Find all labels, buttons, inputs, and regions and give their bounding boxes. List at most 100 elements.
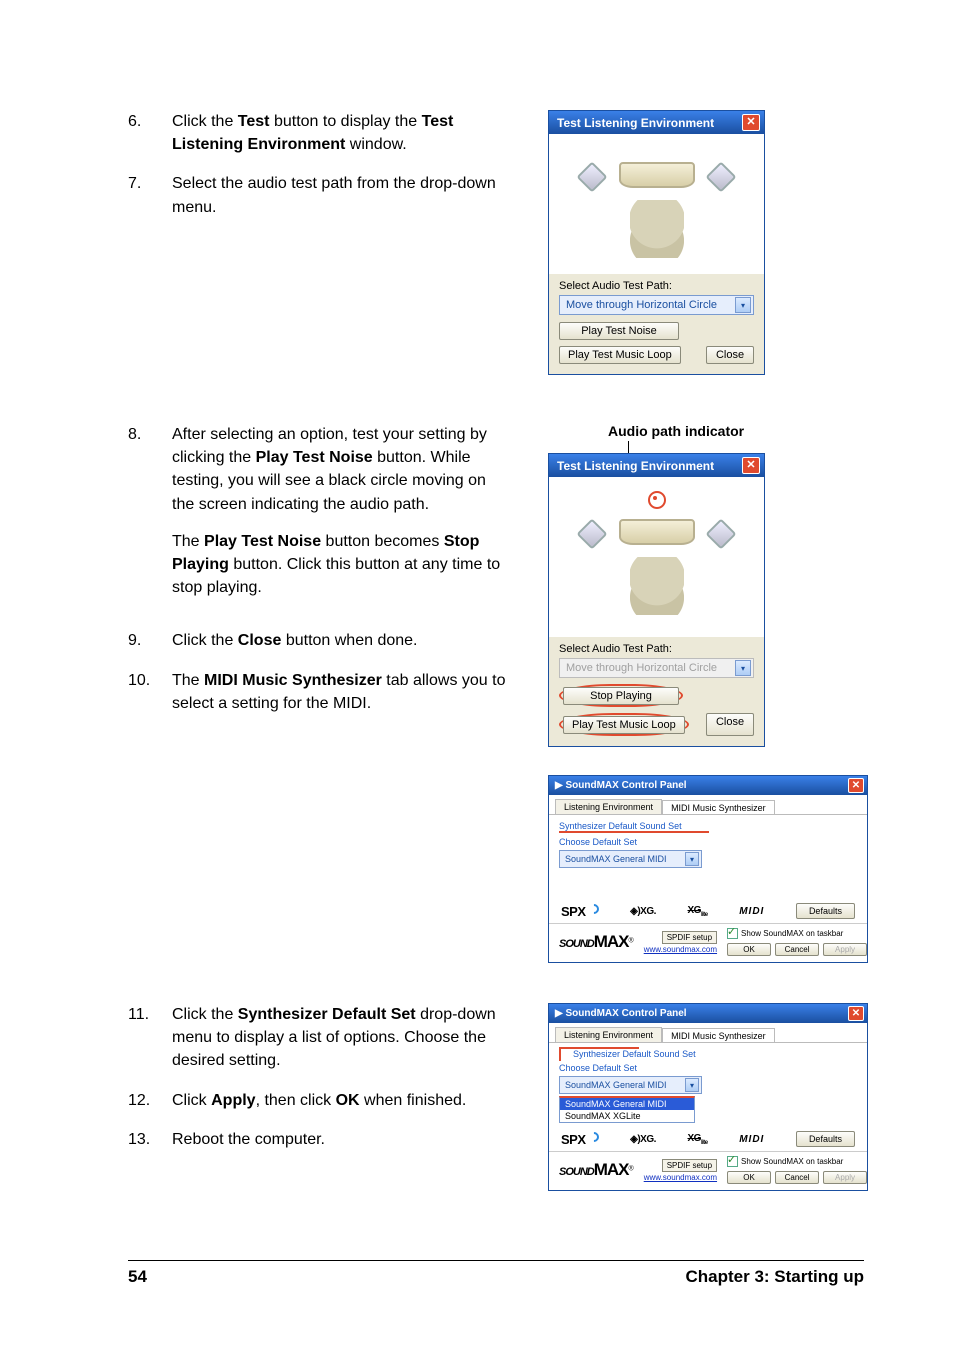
list-item[interactable]: SoundMAX General MIDI [560,1098,694,1110]
ok-button[interactable]: OK [727,943,771,956]
chevron-down-icon: ▾ [685,1078,699,1092]
synthesizer-default-set-header: Synthesizer Default Sound Set [559,821,709,833]
default-set-select[interactable]: SoundMAX General MIDI ▾ [559,1076,702,1094]
step-12: 12. Click Apply, then click OK when fini… [128,1089,508,1112]
soundmax-control-panel-1: ▶ SoundMAX Control Panel ✕ Listening Env… [548,775,868,963]
cancel-button[interactable]: Cancel [775,943,819,956]
chevron-down-icon: ▾ [735,660,751,676]
xglite-logo-icon: XGlite [687,905,707,918]
xglite-logo-icon: XGlite [687,1133,707,1146]
chevron-down-icon: ▾ [735,297,751,313]
window-title: Test Listening Environment [557,459,714,473]
choose-default-set-label: Choose Default Set [559,1063,857,1073]
midi-logo-icon: MIDI [739,1134,764,1145]
tab-midi-synthesizer[interactable]: MIDI Music Synthesizer [662,1028,775,1043]
audio-path-indicator-callout: Audio path indicator [608,423,868,439]
audio-test-path-select[interactable]: Move through Horizontal Circle ▾ [559,295,754,315]
show-on-taskbar-checkbox[interactable] [727,1156,738,1167]
callout-leader [559,1047,561,1061]
step-10: 10. The MIDI Music Synthesizer tab allow… [128,669,508,715]
soundmax-logo-icon: SOUNDMAX® [559,1160,634,1180]
window-title: ▶ SoundMAX Control Panel [555,1008,687,1019]
show-on-taskbar-label: Show SoundMAX on taskbar [741,1157,843,1166]
ok-button[interactable]: OK [727,1171,771,1184]
step-11: 11. Click the Synthesizer Default Set dr… [128,1003,508,1073]
step-number: 8. [128,423,172,613]
speaker-left-icon [576,161,607,192]
callout-underline [559,1047,639,1049]
select-path-label: Select Audio Test Path: [559,643,754,655]
page-number: 54 [128,1267,147,1287]
defaults-button[interactable]: Defaults [796,1131,855,1147]
step-body: Reboot the computer. [172,1128,508,1151]
speaker-left-icon [576,518,607,549]
default-set-select[interactable]: SoundMAX General MIDI ▾ [559,850,702,868]
midi-logo-icon: MIDI [739,906,764,917]
play-test-noise-button[interactable]: Play Test Noise [559,322,679,340]
chair-icon [630,557,684,615]
window-title: Test Listening Environment [557,116,714,130]
step-number: 13. [128,1128,172,1151]
step-body: Click the Synthesizer Default Set drop-d… [172,1003,508,1073]
step-number: 12. [128,1089,172,1112]
audio-test-path-select-disabled: Move through Horizontal Circle ▾ [559,658,754,678]
speaker-right-icon [705,161,736,192]
show-on-taskbar-checkbox[interactable] [727,928,738,939]
spdif-setup-button[interactable]: SPDIF setup [662,1159,717,1172]
step-body: The Play Test Noise button becomes Stop … [172,530,508,600]
chevron-down-icon: ▾ [685,852,699,866]
apply-button[interactable]: Apply [823,1171,867,1184]
play-test-music-loop-button[interactable]: Play Test Music Loop [559,346,681,364]
stop-playing-highlight: Stop Playing [559,684,683,707]
spdif-setup-button[interactable]: SPDIF setup [662,931,717,944]
choose-default-set-label: Choose Default Set [559,837,857,847]
step-body: Click Apply, then click OK when finished… [172,1089,508,1112]
close-icon[interactable]: ✕ [742,457,760,474]
defaults-button[interactable]: Defaults [796,903,855,919]
tab-listening-environment[interactable]: Listening Environment [555,1027,662,1042]
close-button[interactable]: Close [706,713,754,736]
chapter-title: Chapter 3: Starting up [685,1267,864,1287]
room-illustration [563,144,750,264]
xg-logo-icon: ◈)XG. [630,1134,656,1145]
apply-button[interactable]: Apply [823,943,867,956]
desk-icon [619,162,695,188]
synthesizer-default-set-header: Synthesizer Default Sound Set [559,1049,723,1059]
play-test-music-loop-button[interactable]: Play Test Music Loop [563,716,685,734]
chair-icon [630,200,684,258]
step-8: 8. After selecting an option, test your … [128,423,508,613]
step-body: The MIDI Music Synthesizer tab allows yo… [172,669,508,715]
step-7: 7. Select the audio test path from the d… [128,172,508,218]
step-number: 11. [128,1003,172,1073]
window-title: ▶ SoundMAX Control Panel [555,780,687,791]
step-13: 13. Reboot the computer. [128,1128,508,1151]
close-icon[interactable]: ✕ [848,778,864,793]
step-body: Select the audio test path from the drop… [172,172,508,218]
spx-logo-icon: SPX [561,904,599,919]
test-listening-environment-window: Test Listening Environment ✕ Select Audi… [548,110,765,375]
list-item[interactable]: SoundMAX XGLite [560,1110,694,1122]
test-listening-environment-window-playing: Test Listening Environment ✕ Select Audi… [548,453,765,747]
step-body: Click the Close button when done. [172,629,508,652]
close-button[interactable]: Close [706,346,754,364]
close-icon[interactable]: ✕ [848,1006,864,1021]
room-illustration [563,487,750,627]
stop-playing-button[interactable]: Stop Playing [563,687,679,705]
callout-leader-line [628,441,629,453]
close-icon[interactable]: ✕ [742,114,760,131]
step-number: 9. [128,629,172,652]
step-body: Click the Test button to display the Tes… [172,110,508,156]
show-on-taskbar-label: Show SoundMAX on taskbar [741,929,843,938]
soundmax-control-panel-2: ▶ SoundMAX Control Panel ✕ Listening Env… [548,1003,868,1191]
select-path-label: Select Audio Test Path: [559,280,754,292]
soundmax-url-link[interactable]: www.soundmax.com [644,945,717,954]
default-set-dropdown-list[interactable]: SoundMAX General MIDI SoundMAX XGLite [559,1096,695,1123]
tab-midi-synthesizer[interactable]: MIDI Music Synthesizer [662,800,775,815]
cancel-button[interactable]: Cancel [775,1171,819,1184]
soundmax-url-link[interactable]: www.soundmax.com [644,1173,717,1182]
tab-listening-environment[interactable]: Listening Environment [555,799,662,814]
audio-path-indicator-icon [648,491,666,509]
step-9: 9. Click the Close button when done. [128,629,508,652]
play-loop-highlight: Play Test Music Loop [559,713,689,736]
page-footer: 54 Chapter 3: Starting up [128,1260,864,1287]
